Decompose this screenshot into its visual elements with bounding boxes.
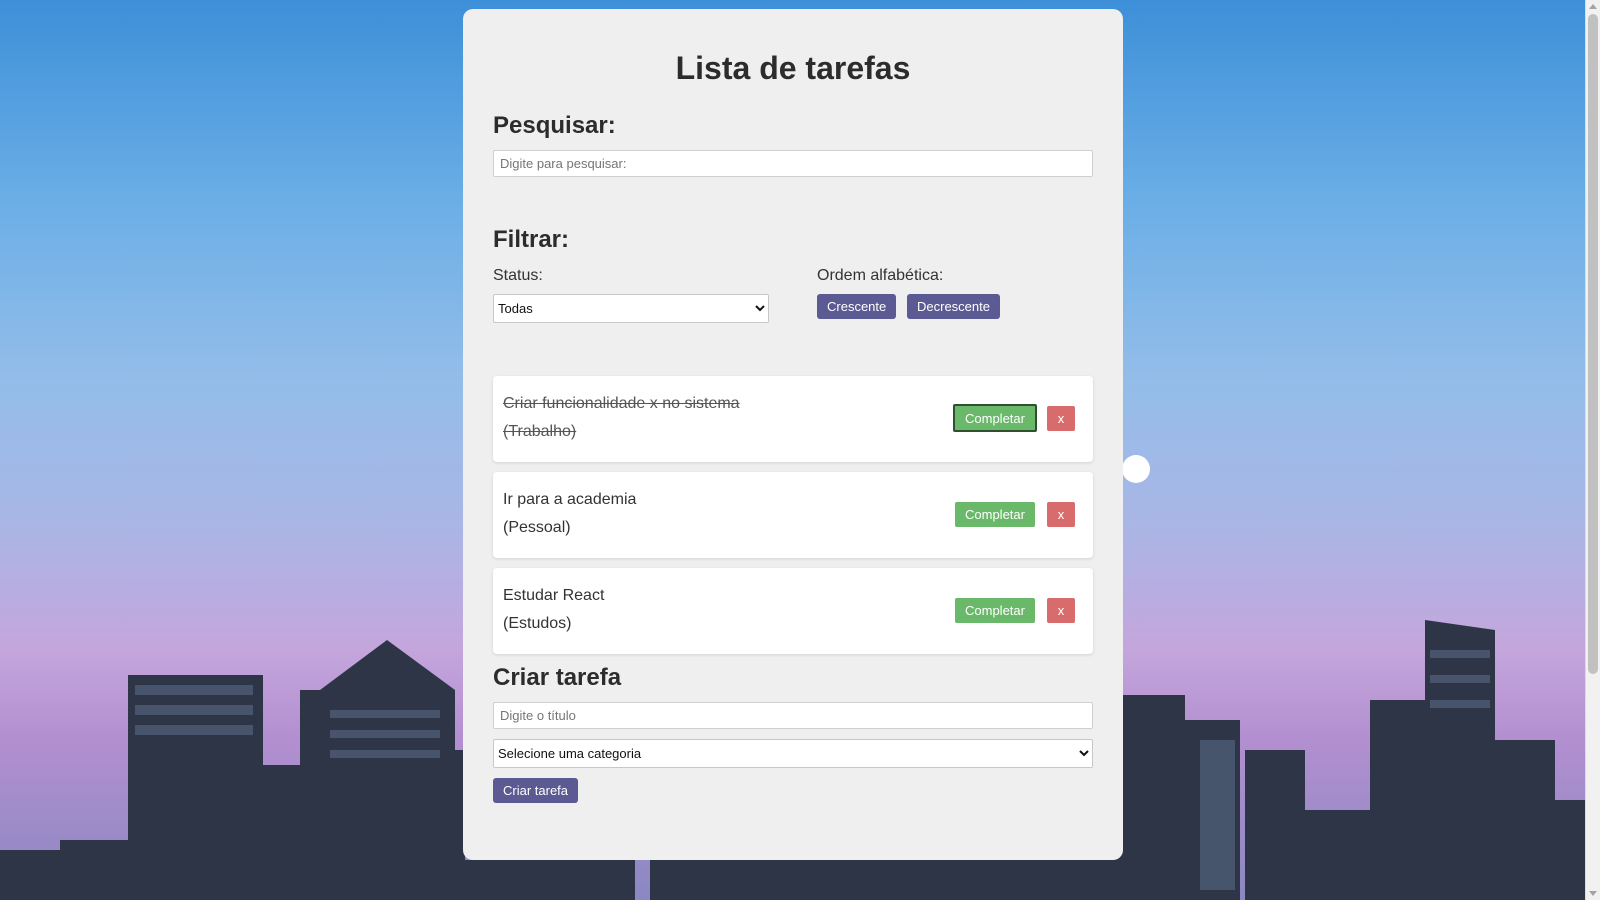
create-heading: Criar tarefa	[493, 664, 622, 691]
search-input[interactable]	[493, 150, 1093, 177]
title-input[interactable]	[493, 702, 1093, 729]
sort-descending-button[interactable]: Decrescente	[907, 294, 1000, 319]
complete-button[interactable]: Completar	[955, 598, 1035, 623]
scrollbar-thumb[interactable]	[1588, 14, 1598, 674]
status-label: Status:	[493, 267, 543, 284]
remove-button[interactable]: x	[1047, 406, 1075, 431]
todo-item: Estudar React (Estudos) Completar x	[493, 568, 1093, 654]
filter-heading: Filtrar:	[493, 226, 570, 253]
filter-row: Status: Todas Ordem alfabética: Crescent…	[493, 267, 1093, 327]
scroll-down-arrow-icon[interactable]	[1589, 891, 1597, 896]
todo-app-card: Lista de tarefas Pesquisar: Filtrar: Sta…	[463, 9, 1123, 860]
todo-item: Criar funcionalidade x no sistema (Traba…	[493, 376, 1093, 462]
search-heading: Pesquisar:	[493, 112, 616, 139]
page-title: Lista de tarefas	[675, 50, 911, 86]
order-label: Ordem alfabética:	[817, 267, 944, 284]
todo-list: Criar funcionalidade x no sistema (Traba…	[493, 376, 1093, 654]
sort-ascending-button[interactable]: Crescente	[817, 294, 897, 319]
complete-button[interactable]: Completar	[953, 404, 1037, 432]
background-moon	[1122, 455, 1150, 483]
status-select[interactable]: Todas	[493, 294, 769, 323]
todo-item: Ir para a academia (Pessoal) Completar x	[493, 472, 1093, 558]
remove-button[interactable]: x	[1047, 598, 1075, 623]
create-task-button[interactable]: Criar tarefa	[493, 778, 579, 803]
scroll-up-arrow-icon[interactable]	[1589, 4, 1597, 9]
remove-button[interactable]: x	[1047, 502, 1075, 527]
category-select[interactable]: Selecione uma categoria	[493, 739, 1093, 768]
vertical-scrollbar[interactable]	[1585, 0, 1600, 900]
complete-button[interactable]: Completar	[955, 502, 1035, 527]
